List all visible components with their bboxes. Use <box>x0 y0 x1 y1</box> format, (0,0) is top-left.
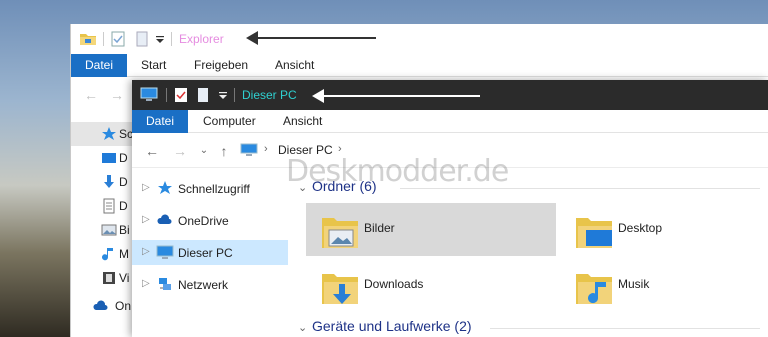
tab-file[interactable]: Datei <box>132 110 188 133</box>
folder-tile-musik[interactable]: Musik <box>560 259 768 312</box>
chevron-down-icon[interactable] <box>218 87 228 103</box>
desktop-icon <box>102 153 116 163</box>
sidebar-item-onedrive[interactable]: On <box>71 294 133 318</box>
back-arrow-icon[interactable]: ← <box>83 87 99 103</box>
pc-icon <box>156 245 174 259</box>
star-icon <box>158 181 172 194</box>
sidebar-item-downloads[interactable]: D <box>71 170 133 194</box>
folder-label: Bilder <box>364 221 395 235</box>
properties-icon[interactable] <box>174 87 188 103</box>
folder-icon <box>80 34 96 45</box>
tab-view[interactable]: Ansicht <box>283 110 322 133</box>
picture-icon <box>101 224 117 236</box>
sidebar-item-documents[interactable]: D <box>71 194 133 218</box>
sidebar-item-label: Vi <box>119 271 130 285</box>
sidebar-item-label: Netzwerk <box>178 278 229 292</box>
sidebar-item-label: M <box>119 247 129 261</box>
sidebar-item-label: Schnellzugriff <box>178 182 250 196</box>
sidebar-item-label: Bi <box>119 223 130 237</box>
annotation-arrow <box>312 89 480 103</box>
properties-icon[interactable] <box>111 31 125 47</box>
sidebar-item-label: Dieser PC <box>178 246 233 260</box>
tab-file[interactable]: Datei <box>71 54 127 77</box>
expand-chevron-icon[interactable]: ▷ <box>142 214 150 225</box>
new-folder-icon[interactable] <box>196 87 210 103</box>
sidebar-item-pictures[interactable]: Bi <box>71 218 133 242</box>
tab-view[interactable]: Ansicht <box>275 54 314 77</box>
star-icon <box>102 127 116 140</box>
separator <box>103 32 104 46</box>
document-icon <box>103 198 115 214</box>
forward-arrow-icon[interactable]: → <box>172 143 188 159</box>
ribbon-tabs: Datei Computer Ansicht <box>132 110 768 133</box>
content-area: ⌄ Ordner (6) Bilder Desktop Downloads Mu… <box>290 168 768 337</box>
up-arrow-icon[interactable]: ↑ <box>216 143 232 159</box>
navigation-pane: ▷ Schnellzugriff ▷ OneDrive ▷ Dieser PC … <box>132 168 290 337</box>
expand-chevron-icon[interactable]: ▷ <box>142 246 150 257</box>
group-heading-devices[interactable]: ⌄ Geräte und Laufwerke (2) <box>298 318 472 334</box>
window-title: Explorer <box>179 32 224 46</box>
sidebar-item-quick-access[interactable]: Sch <box>71 122 140 146</box>
download-arrow-icon <box>104 175 114 188</box>
navigation-pane: Sch D D D Bi M Vi On <box>71 116 140 337</box>
sidebar-item-label: On <box>115 299 132 313</box>
chevron-down-icon[interactable] <box>155 31 165 47</box>
sidebar-item-label: D <box>119 151 128 165</box>
sidebar-item-videos[interactable]: Vi <box>71 266 133 290</box>
divider <box>490 328 760 329</box>
folder-label: Musik <box>618 277 650 291</box>
forward-arrow-icon[interactable]: → <box>109 87 125 103</box>
tab-start[interactable]: Start <box>141 54 166 77</box>
new-folder-icon[interactable] <box>135 31 149 47</box>
title-bar[interactable]: Explorer <box>71 24 768 54</box>
music-note-icon <box>102 248 113 261</box>
expand-chevron-icon[interactable]: ▷ <box>142 278 150 289</box>
cloud-icon <box>93 300 108 310</box>
back-arrow-icon[interactable]: ← <box>144 143 160 159</box>
separator <box>166 88 167 102</box>
window-title: Dieser PC <box>242 88 297 102</box>
pc-icon <box>240 143 258 156</box>
breadcrumb-chevron-icon[interactable]: › <box>264 143 268 155</box>
folder-label: Desktop <box>618 221 663 235</box>
separator <box>171 32 172 46</box>
sidebar-item-label: OneDrive <box>178 214 229 228</box>
annotation-arrow <box>246 31 376 45</box>
sidebar-item-music[interactable]: M <box>71 242 133 266</box>
cloud-icon <box>157 214 172 224</box>
folder-tile-bilder[interactable]: Bilder <box>306 203 556 256</box>
downloads-folder-icon <box>322 274 358 304</box>
sidebar-item-desktop[interactable]: D <box>71 146 133 170</box>
ribbon-tabs: Datei Start Freigeben Ansicht <box>71 54 768 77</box>
tab-computer[interactable]: Computer <box>203 110 256 133</box>
sidebar-item-label: D <box>119 199 128 213</box>
watermark: Deskmodder.de <box>286 154 509 189</box>
sidebar-item-onedrive[interactable]: ▷ OneDrive <box>132 208 288 233</box>
pictures-folder-icon <box>322 218 358 248</box>
folder-tile-desktop[interactable]: Desktop <box>560 203 768 256</box>
music-folder-icon <box>576 274 612 304</box>
folder-label: Downloads <box>364 277 424 291</box>
group-label: Geräte und Laufwerke (2) <box>312 318 472 334</box>
explorer-window-dieser-pc[interactable]: Dieser PC Datei Computer Ansicht ← → ⌄ ↑… <box>132 80 768 337</box>
recent-locations-chevron-icon[interactable]: ⌄ <box>196 143 212 159</box>
folder-tile-downloads[interactable]: Downloads <box>306 259 556 312</box>
separator <box>234 88 235 102</box>
sidebar-item-label: D <box>119 175 128 189</box>
pc-icon <box>140 87 158 101</box>
network-icon <box>159 278 171 290</box>
desktop-folder-icon <box>576 218 612 248</box>
sidebar-item-quick-access[interactable]: ▷ Schnellzugriff <box>132 176 288 201</box>
film-icon <box>103 272 115 284</box>
collapse-chevron-icon[interactable]: ⌄ <box>298 321 312 334</box>
sidebar-item-dieser-pc[interactable]: ▷ Dieser PC <box>132 240 288 265</box>
sidebar-item-network[interactable]: ▷ Netzwerk <box>132 272 288 297</box>
tab-share[interactable]: Freigeben <box>194 54 248 77</box>
expand-chevron-icon[interactable]: ▷ <box>142 182 150 193</box>
